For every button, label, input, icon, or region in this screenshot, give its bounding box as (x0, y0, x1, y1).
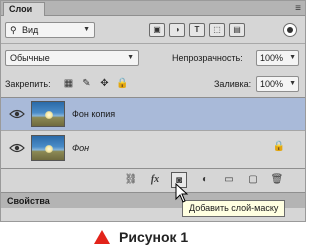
eye-icon[interactable] (9, 107, 25, 121)
chevron-down-icon: ▼ (289, 54, 296, 61)
tab-layers[interactable]: Слои (3, 2, 45, 16)
caption-text: Рисунок 1 (119, 229, 189, 245)
filter-kind-label: Вид (22, 25, 39, 35)
adjustment-filter-icon[interactable]: ◑ (169, 23, 185, 37)
lock-label: Закрепить: (5, 79, 51, 89)
layers-panel: Слои ≡ ⚲ Вид ▼ ▣ ◑ T ⬚ ▤ Обычные ▼ Непро… (0, 0, 306, 222)
lock-transparency-icon[interactable]: ▦ (62, 77, 75, 90)
new-layer-icon[interactable]: ▢ (245, 172, 261, 188)
lock-brush-icon[interactable]: ✎ (80, 77, 93, 90)
type-filter-icon[interactable]: T (189, 23, 205, 37)
search-icon: ⚲ (10, 25, 17, 35)
lock-all-icon[interactable]: 🔒 (116, 77, 129, 90)
toggle-knob (287, 27, 293, 33)
blend-mode-dropdown[interactable]: Обычные ▼ (5, 50, 139, 66)
panel-menu-icon[interactable]: ≡ (295, 2, 301, 15)
opacity-value: 100% (260, 53, 284, 63)
opacity-label: Непрозрачность: (172, 53, 243, 63)
blend-mode-value: Обычные (10, 53, 50, 63)
layer-row[interactable]: Фон копия (1, 98, 305, 131)
tab-properties[interactable]: Свойства (7, 195, 50, 207)
shape-filter-icon[interactable]: ⬚ (209, 23, 225, 37)
group-folder-icon[interactable]: ▭ (221, 172, 237, 188)
triangle-marker-icon (94, 230, 110, 244)
layer-row[interactable]: Фон 🔒 (1, 132, 305, 165)
fx-icon[interactable]: fx (147, 172, 163, 188)
trash-icon[interactable]: 🗑 (269, 172, 285, 188)
figure-caption: Рисунок 1 (93, 226, 188, 248)
divider (1, 43, 305, 44)
layers-list: Фон копия Фон 🔒 (1, 97, 305, 169)
layer-thumbnail (31, 101, 65, 127)
opacity-input[interactable]: 100% ▼ (256, 50, 299, 66)
mouse-cursor-icon (175, 183, 189, 203)
layer-name[interactable]: Фон (72, 142, 89, 154)
adjustment-layer-icon[interactable]: ◐ (197, 172, 213, 188)
pixel-filter-icon[interactable]: ▣ (149, 23, 165, 37)
fill-value: 100% (260, 79, 284, 89)
layer-name[interactable]: Фон копия (72, 108, 115, 120)
chevron-down-icon: ▼ (127, 54, 134, 61)
layer-thumbnail (31, 135, 65, 161)
layers-bottom-toolbar: ⛓ fx ◙ ◐ ▭ ▢ 🗑 (1, 169, 305, 191)
smart-object-filter-icon[interactable]: ▤ (229, 23, 245, 37)
fill-label: Заливка: (214, 79, 252, 89)
lock-icon: 🔒 (272, 141, 285, 152)
lock-position-icon[interactable]: ✥ (98, 77, 111, 90)
fill-input[interactable]: 100% ▼ (256, 76, 299, 92)
chevron-down-icon: ▼ (83, 26, 90, 33)
panel-tab-bar: Слои ≡ (1, 1, 305, 16)
filter-toggle[interactable] (283, 23, 297, 37)
eye-icon[interactable] (9, 141, 25, 155)
filter-kind-dropdown[interactable]: ⚲ Вид ▼ (5, 22, 95, 38)
tooltip: Добавить слой-маску (182, 200, 286, 217)
link-layers-icon[interactable]: ⛓ (123, 172, 139, 188)
chevron-down-icon: ▼ (289, 80, 296, 87)
